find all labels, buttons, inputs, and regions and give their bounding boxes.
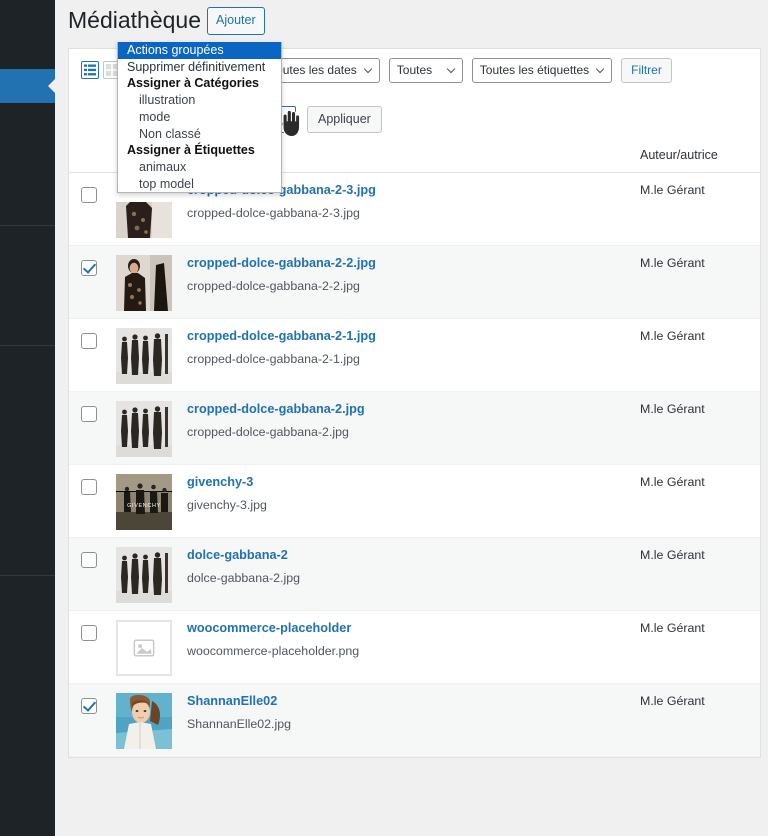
bulk-actions-dropdown-menu[interactable]: Actions groupées Supprimer définitivement… <box>117 42 282 194</box>
media-thumbnail[interactable] <box>116 401 172 457</box>
row-select-checkbox[interactable] <box>81 698 97 714</box>
media-title-link[interactable]: ShannanElle02 <box>187 694 277 708</box>
column-header-author: Auteur/autrice <box>640 148 718 162</box>
media-filename: cropped-dolce-gabbana-2.jpg <box>187 425 349 439</box>
table-row: cropped-dolce-gabbana-2-1.jpg cropped-dol… <box>69 319 760 392</box>
filter-submit-button[interactable]: Filtrer <box>621 57 672 83</box>
media-author: M.le Gérant <box>640 329 705 343</box>
content-area: Médiathèque Ajouter Toutes les dates Tou… <box>55 0 768 836</box>
sidebar-item[interactable]: n <box>0 404 55 433</box>
media-title-link[interactable]: woocommerce-placeholder <box>187 621 351 635</box>
sidebar-item[interactable]: s <box>0 471 55 500</box>
media-author: M.le Gérant <box>640 621 705 635</box>
row-select-checkbox[interactable] <box>81 333 97 349</box>
filter-tag-select[interactable]: Toutes les étiquettes <box>471 57 613 83</box>
media-author: M.le Gérant <box>640 256 705 270</box>
filter-category-select[interactable]: Toutes <box>388 57 463 83</box>
sidebar-item[interactable]: d <box>0 276 55 305</box>
dropdown-option[interactable]: Supprimer définitivement <box>118 59 281 76</box>
media-filename: dolce-gabbana-2.jpg <box>187 571 300 585</box>
filter-tag-value: Toutes les étiquettes <box>479 63 590 77</box>
view-mode-switch <box>81 61 121 79</box>
sidebar-item[interactable]: merce <box>0 316 55 345</box>
dropdown-option[interactable]: Actions groupées <box>118 42 281 59</box>
filter-category-value: Toutes <box>396 63 433 77</box>
row-select-checkbox[interactable] <box>81 406 97 422</box>
chevron-down-icon <box>365 68 372 75</box>
media-filename: ShannanElle02.jpg <box>187 717 292 731</box>
sidebar-item-media-current[interactable] <box>0 69 55 103</box>
media-filename: cropped-dolce-gabbana-2-2.jpg <box>187 279 360 293</box>
dropdown-option[interactable]: Non classé <box>118 126 281 143</box>
table-row: woocommerce-placeholder woocommerce-place… <box>69 611 760 684</box>
media-author: M.le Gérant <box>640 548 705 562</box>
row-select-checkbox[interactable] <box>81 479 97 495</box>
media-filename: cropped-dolce-gabbana-2-3.jpg <box>187 206 360 220</box>
table-row: dolce-gabbana-2 dolce-gabbana-2.jpg M.le G… <box>69 538 760 611</box>
table-row: ShannanElle02 ShannanElle02.jpg M.le Géran… <box>69 684 760 757</box>
media-filename: cropped-dolce-gabbana-2-1.jpg <box>187 352 360 366</box>
media-author: M.le Gérant <box>640 694 705 708</box>
add-media-button[interactable]: Ajouter <box>207 6 265 36</box>
table-row: cropped-dolce-gabbana-2.jpg cropped-dolce… <box>69 392 760 465</box>
media-title-link[interactable]: cropped-dolce-gabbana-2-1.jpg <box>187 329 376 343</box>
page-title: Médiathèque <box>68 7 201 34</box>
media-thumbnail[interactable] <box>116 255 172 311</box>
media-title-link[interactable]: cropped-dolce-gabbana-2-2.jpg <box>187 256 376 270</box>
row-select-checkbox[interactable] <box>81 187 97 203</box>
media-filename: woocommerce-placeholder.png <box>187 644 360 658</box>
media-filename: givenchy-3.jpg <box>187 498 267 512</box>
media-author: M.le Gérant <box>640 183 705 197</box>
sidebar-item[interactable]: e <box>0 440 55 469</box>
sidebar-item[interactable]: menu <box>0 629 55 658</box>
table-body: cropped-dolce-gabbana-2-3.jpg cropped-dol… <box>69 173 760 757</box>
list-view-icon[interactable] <box>81 61 99 79</box>
table-row: cropped-dolce-gabbana-2-2.jpg cropped-dol… <box>69 246 760 319</box>
dropdown-option[interactable]: top model <box>118 176 281 193</box>
row-select-checkbox[interactable] <box>81 625 97 641</box>
media-author: M.le Gérant <box>640 475 705 489</box>
apply-bulk-action-button[interactable]: Appliquer <box>307 106 382 133</box>
dropdown-option[interactable]: animaux <box>118 159 281 176</box>
page-header: Médiathèque Ajouter <box>55 0 768 42</box>
sidebar-item[interactable]: e bord <box>0 8 55 37</box>
filter-date-value: Toutes les dates <box>270 63 357 77</box>
row-select-checkbox[interactable] <box>81 552 97 568</box>
dropdown-option[interactable]: illustration <box>118 92 281 109</box>
media-table: Auteur/autrice cropped-dolce-gabbana-2-3… <box>68 138 761 758</box>
row-select-checkbox[interactable] <box>81 260 97 276</box>
chevron-down-icon <box>597 68 604 75</box>
dropdown-group-label: Assigner à Étiquettes <box>127 143 255 158</box>
dropdown-group-label: Assigner à Catégories <box>127 76 259 91</box>
chevron-down-icon <box>448 68 455 75</box>
media-library-screen: e bordairesdmerceesnesvallmenu Médiathèq… <box>0 0 768 836</box>
media-title-link[interactable]: dolce-gabbana-2 <box>187 548 288 562</box>
media-author: M.le Gérant <box>640 402 705 416</box>
media-thumbnail[interactable] <box>116 693 172 749</box>
media-thumbnail[interactable]: GIVENCHY <box>116 474 172 530</box>
sidebar-item[interactable]: es <box>0 374 55 403</box>
dropdown-option[interactable]: mode <box>118 109 281 126</box>
table-row: GIVENCHY givenchy-3 givenchy-3.jpg M.le Gér… <box>69 465 760 538</box>
sidebar-item[interactable]: vall <box>0 598 55 627</box>
media-thumbnail[interactable] <box>116 547 172 603</box>
media-thumbnail[interactable] <box>116 328 172 384</box>
media-title-link[interactable]: cropped-dolce-gabbana-2.jpg <box>187 402 365 416</box>
media-title-link[interactable]: givenchy-3 <box>187 475 253 489</box>
admin-sidebar: e bordairesdmerceesnesvallmenu <box>0 0 55 836</box>
media-thumbnail[interactable] <box>116 620 172 676</box>
svg-text:GIVENCHY: GIVENCHY <box>127 503 161 509</box>
sidebar-item[interactable]: aires <box>0 244 55 273</box>
